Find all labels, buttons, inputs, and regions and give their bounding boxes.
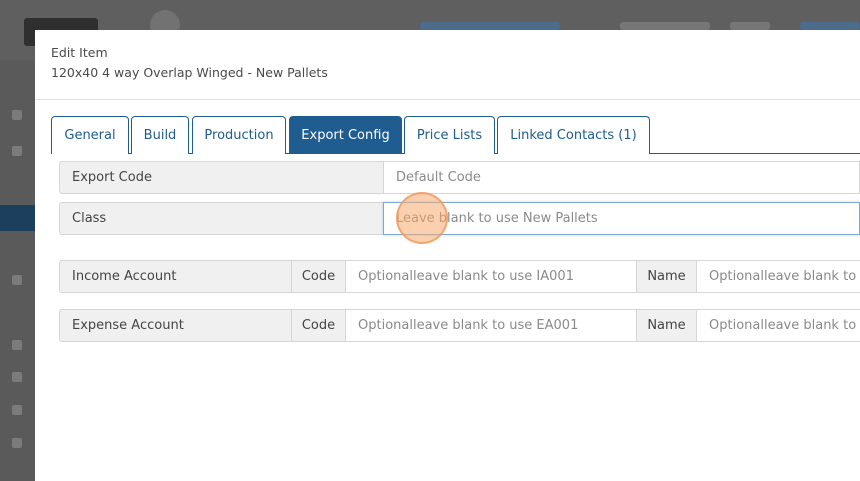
background-sidebar	[0, 60, 36, 481]
sidebar-icon	[12, 405, 22, 415]
expense-account-label: Expense Account	[59, 309, 292, 342]
tab-price-lists[interactable]: Price Lists	[404, 116, 495, 154]
modal-body: General Build Production Export Config P…	[35, 100, 860, 481]
expense-name-input[interactable]	[709, 318, 860, 333]
tab-build[interactable]: Build	[131, 116, 189, 154]
class-label: Class	[59, 202, 384, 235]
income-account-label: Income Account	[59, 260, 292, 293]
tab-export-config[interactable]: Export Config	[289, 116, 402, 154]
expense-name-field[interactable]	[696, 309, 860, 342]
modal-header: Edit Item 120x40 4 way Overlap Winged - …	[35, 30, 860, 100]
tab-bar: General Build Production Export Config P…	[51, 116, 860, 154]
sidebar-icon	[12, 275, 22, 285]
income-name-field[interactable]	[696, 260, 860, 293]
income-name-addon: Name	[636, 260, 697, 293]
expense-code-field[interactable]	[345, 309, 637, 342]
class-input[interactable]	[396, 211, 859, 226]
export-code-field[interactable]	[383, 161, 860, 194]
expense-account-row: Expense Account Code Name	[59, 309, 860, 342]
expense-code-addon: Code	[291, 309, 346, 342]
background-link	[800, 22, 860, 30]
income-account-row: Income Account Code Name	[59, 260, 860, 293]
edit-item-modal: Edit Item 120x40 4 way Overlap Winged - …	[35, 30, 860, 481]
tab-linked-contacts[interactable]: Linked Contacts (1)	[497, 116, 650, 154]
background-link	[420, 22, 560, 30]
class-field[interactable]	[383, 202, 860, 235]
expense-name-addon: Name	[636, 309, 697, 342]
income-name-input[interactable]	[709, 269, 860, 284]
background-link	[620, 22, 710, 30]
tab-production[interactable]: Production	[192, 116, 286, 154]
sidebar-icon	[12, 340, 22, 350]
export-code-row: Export Code	[59, 161, 860, 194]
sidebar-icon	[12, 146, 22, 156]
export-code-input[interactable]	[396, 170, 859, 185]
tab-general[interactable]: General	[51, 116, 129, 154]
expense-code-input[interactable]	[358, 318, 636, 333]
income-code-addon: Code	[291, 260, 346, 293]
background-link	[730, 22, 770, 30]
export-code-label: Export Code	[59, 161, 384, 194]
sidebar-icon	[12, 372, 22, 382]
income-code-field[interactable]	[345, 260, 637, 293]
sidebar-icon	[12, 110, 22, 120]
sidebar-icon	[12, 438, 22, 448]
sidebar-active-item	[0, 205, 36, 231]
class-row: Class	[59, 202, 860, 235]
income-code-input[interactable]	[358, 269, 636, 284]
modal-title: Edit Item	[51, 45, 108, 60]
modal-subtitle: 120x40 4 way Overlap Winged - New Pallet…	[51, 65, 328, 80]
